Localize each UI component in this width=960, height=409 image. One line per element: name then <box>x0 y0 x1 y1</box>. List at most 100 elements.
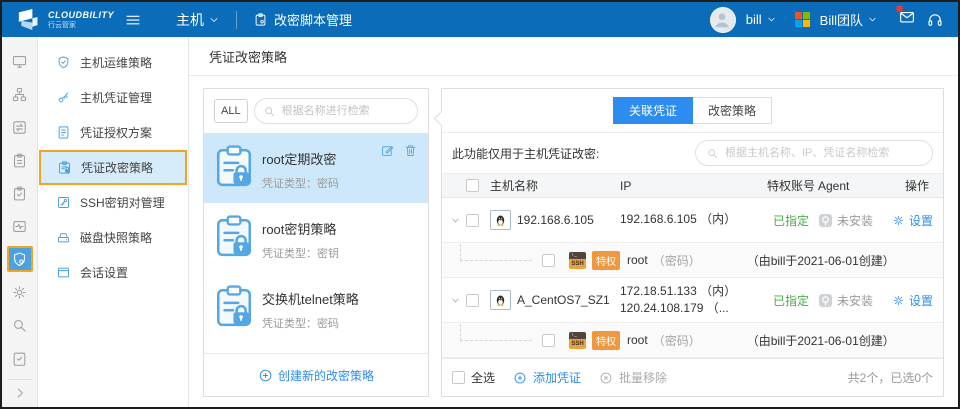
rail-item-activity[interactable] <box>7 210 33 243</box>
rail-item-transfer[interactable] <box>7 111 33 144</box>
page-tab[interactable]: 改密脚本管理 <box>253 10 352 29</box>
policy-name: 交换机telnet策略 <box>262 289 359 308</box>
chevron-down-icon <box>867 14 878 25</box>
detail-footer: 全选 添加凭证 批量移除 共2个，已选0个 <box>442 358 943 396</box>
rail-item-clipboard[interactable] <box>7 144 33 177</box>
host-row: 192.168.6.105 192.168.6.105 （内） 已指定 未安装 … <box>442 198 943 243</box>
team-grid-icon <box>795 12 810 27</box>
team-menu[interactable]: Bill团队 <box>820 10 878 29</box>
rail-icon <box>11 185 28 202</box>
clipboard-lock-icon <box>216 285 252 327</box>
credential-row: SSH 特权 root （密码） （由bill于2021-06-01创建） <box>442 323 943 358</box>
rail-item-clip-check[interactable] <box>7 177 33 210</box>
agent-status: 未安装 <box>837 292 873 309</box>
host-name: 192.168.6.105 <box>517 213 594 227</box>
select-all-control[interactable]: 全选 <box>452 369 495 386</box>
table-header: 主机名称 IP 特权账号 Agent 操作 <box>442 174 943 198</box>
plus-circle-icon <box>513 371 527 385</box>
module-switcher[interactable]: 主机 <box>176 10 220 30</box>
policy-detail-panel: 关联凭证 改密策略 此功能仅用于主机凭证改密: 主机名称 <box>441 88 944 397</box>
tab-linked-credentials[interactable]: 关联凭证 <box>613 97 693 124</box>
host-search-input[interactable] <box>723 146 922 160</box>
linux-os-icon <box>490 290 511 310</box>
rail-divider <box>8 379 32 380</box>
sidebar-item-5[interactable]: 磁盘快照策略 <box>38 220 188 255</box>
sidebar-item-label: 凭证改密策略 <box>81 159 153 176</box>
row-checkbox[interactable] <box>466 214 479 227</box>
top-bar: CLOUDBILITY 行云管家 主机 改密脚本管理 bill <box>2 2 958 37</box>
search-icon <box>706 147 719 160</box>
credential-checkbox[interactable] <box>542 254 555 267</box>
support-headset-icon[interactable] <box>926 11 944 29</box>
sidebar-item-label: 凭证授权方案 <box>80 124 152 141</box>
rail-item-shield-gear[interactable] <box>7 246 33 272</box>
policy-item[interactable]: root密钥策略 凭证类型：密钥 <box>204 203 428 273</box>
rail-item-task[interactable] <box>7 342 33 375</box>
rail-item-gear[interactable] <box>7 276 33 309</box>
credential-row: SSH 特权 root （密码） （由bill于2021-06-01创建） <box>442 243 943 278</box>
rail-item-monitor[interactable] <box>7 45 33 78</box>
credential-type: （密码） <box>653 252 701 269</box>
policy-item[interactable]: root定期改密 凭证类型：密码 <box>204 133 428 203</box>
sidebar-item-0[interactable]: 主机运维策略 <box>38 45 188 80</box>
credential-created: （由bill于2021-06-01创建） <box>747 252 895 269</box>
icon-rail <box>2 37 38 407</box>
user-menu[interactable]: bill <box>746 12 777 27</box>
sidebar-item-2[interactable]: 凭证授权方案 <box>38 115 188 150</box>
select-all-header-checkbox[interactable] <box>466 179 479 192</box>
tab-password-policy[interactable]: 改密策略 <box>693 97 772 124</box>
settings-button[interactable]: 设置 <box>880 292 935 309</box>
brand-subtitle: 行云管家 <box>48 22 114 29</box>
sidebar-item-1[interactable]: 主机凭证管理 <box>38 80 188 115</box>
messages-button[interactable] <box>898 8 916 31</box>
edit-icon[interactable] <box>380 143 395 158</box>
add-credential-button[interactable]: 添加凭证 <box>513 369 581 386</box>
tree-connector <box>460 324 532 341</box>
sidebar-item-icon <box>56 195 71 210</box>
hamburger-menu-icon[interactable] <box>124 11 142 29</box>
sidebar-item-label: SSH密钥对管理 <box>80 194 165 211</box>
brand-name: CLOUDBILITY <box>48 11 114 20</box>
policy-item[interactable]: 交换机telnet策略 凭证类型：密码 <box>204 273 428 343</box>
sidebar-item-label: 主机凭证管理 <box>80 89 152 106</box>
create-policy-button[interactable]: 创建新的改密策略 <box>204 353 428 396</box>
sidebar-item-6[interactable]: 会话设置 <box>38 255 188 290</box>
privileged-status: 已指定 <box>764 292 818 309</box>
sidebar-item-icon <box>56 230 71 245</box>
policy-search-input[interactable] <box>280 104 409 118</box>
policy-name: root密钥策略 <box>262 219 339 238</box>
policy-search[interactable] <box>254 98 418 124</box>
policy-name: root定期改密 <box>262 149 339 168</box>
clipboard-gear-icon <box>253 12 268 27</box>
agent-icon <box>818 293 833 308</box>
ip-line: 192.168.6.105 （内） <box>620 211 764 228</box>
avatar[interactable] <box>710 7 736 33</box>
rail-icon <box>11 218 28 235</box>
policy-type: 凭证类型：密码 <box>262 315 359 331</box>
sidebar-item-3[interactable]: 凭证改密策略 <box>39 150 187 185</box>
filter-all-button[interactable]: ALL <box>214 99 248 123</box>
rail-icon <box>11 86 28 103</box>
sidebar-item-label: 磁盘快照策略 <box>80 229 152 246</box>
credential-created: （由bill于2021-06-01创建） <box>747 332 895 349</box>
sidebar-item-icon <box>56 125 71 140</box>
batch-remove-button[interactable]: 批量移除 <box>599 369 667 386</box>
sidebar-item-4[interactable]: SSH密钥对管理 <box>38 185 188 220</box>
select-all-checkbox[interactable] <box>452 371 465 384</box>
settings-button[interactable]: 设置 <box>880 212 935 229</box>
gear-icon <box>892 214 905 227</box>
rail-item-sitemap[interactable] <box>7 78 33 111</box>
linux-os-icon <box>490 210 511 230</box>
credential-checkbox[interactable] <box>542 334 555 347</box>
expand-chevron-icon[interactable] <box>450 215 466 226</box>
expand-chevron-icon[interactable] <box>450 295 466 306</box>
expand-rail-icon[interactable] <box>13 386 27 408</box>
trash-icon[interactable] <box>403 143 418 158</box>
module-label: 主机 <box>176 10 204 30</box>
rail-item-search[interactable] <box>7 309 33 342</box>
host-search[interactable] <box>695 140 933 166</box>
row-checkbox[interactable] <box>466 294 479 307</box>
selection-count: 共2个，已选0个 <box>848 369 933 386</box>
ssh-protocol-badge: SSH <box>569 332 586 349</box>
detail-note: 此功能仅用于主机凭证改密: <box>452 145 599 162</box>
